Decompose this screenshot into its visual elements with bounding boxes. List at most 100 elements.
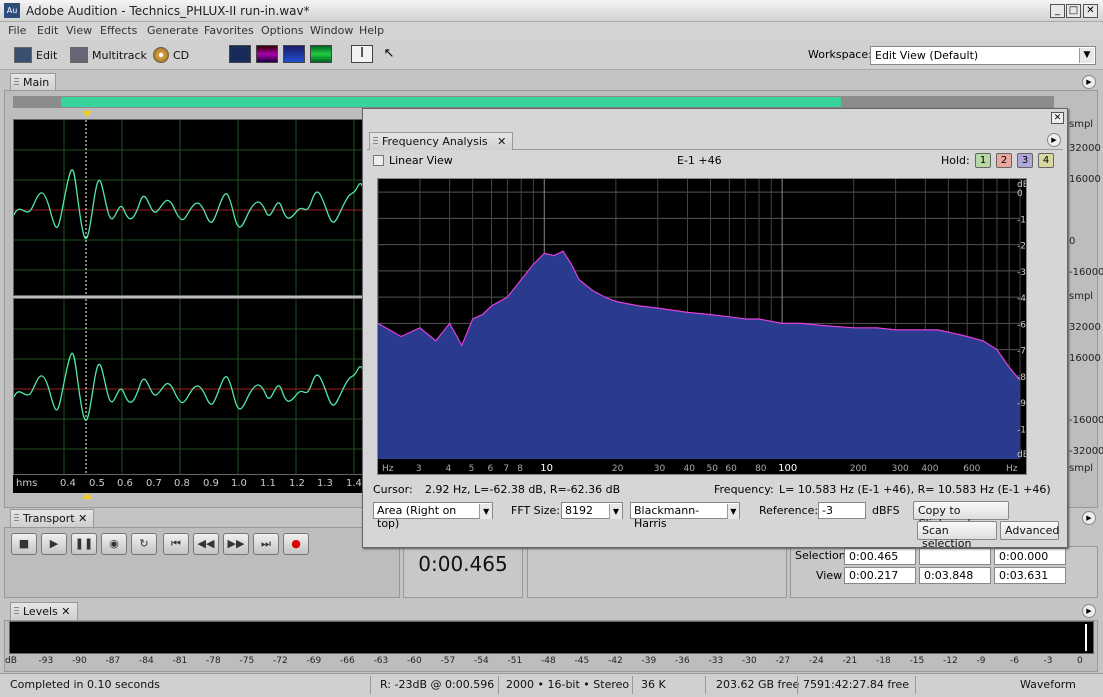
menu-effects[interactable]: Effects (100, 24, 137, 37)
menu-window[interactable]: Window (310, 24, 353, 37)
level-scale-label: -18 (876, 656, 891, 666)
minimize-button[interactable]: _ (1050, 4, 1065, 18)
tab-frequency-analysis-label: Frequency Analysis (382, 135, 488, 148)
close-icon[interactable]: ✕ (1051, 112, 1064, 124)
panel-menu-icon[interactable]: ▶ (1082, 511, 1096, 525)
frequency-plot[interactable]: dB0-12-24-36-48-60-72-84-96-108dBHz34567… (377, 178, 1038, 475)
scale-label: smpl (1069, 119, 1094, 130)
spectral-display-icon[interactable] (256, 45, 278, 63)
playhead-marker-icon[interactable] (82, 111, 92, 117)
chevron-down-icon[interactable]: ▼ (726, 504, 739, 519)
advanced-button[interactable]: Advanced (1000, 521, 1059, 540)
workspace-select[interactable]: Edit View (Default) ▼ (870, 46, 1096, 65)
menu-help[interactable]: Help (359, 24, 384, 37)
view-end-field[interactable]: 0:03.848 (919, 567, 991, 584)
close-icon[interactable]: ✕ (78, 512, 87, 525)
waveform-display-icon[interactable] (229, 45, 251, 63)
menu-view[interactable]: View (66, 24, 92, 37)
cd-view-button[interactable]: CD (153, 45, 189, 65)
db-tick-label: -108 (1017, 425, 1026, 435)
selection-end-field[interactable] (919, 548, 991, 565)
maximize-button[interactable]: □ (1066, 4, 1081, 18)
level-scale-label: -57 (440, 656, 456, 666)
pause-button[interactable]: ❚❚ (71, 533, 97, 555)
tab-main-label: Main (23, 76, 50, 89)
stop-icon: ■ (18, 537, 30, 550)
chevron-down-icon[interactable]: ▼ (1079, 48, 1094, 63)
menu-options[interactable]: Options (261, 24, 303, 37)
edit-view-button[interactable]: Edit (14, 45, 57, 65)
hold-label: Hold: (941, 154, 970, 167)
close-icon[interactable]: ✕ (61, 605, 70, 618)
skip-back-icon: ⏮ (171, 537, 181, 550)
display-mode-select[interactable]: Area (Right on top) ▼ (373, 502, 493, 530)
level-scale-label: -81 (172, 656, 188, 666)
level-scale-label: -66 (340, 656, 355, 666)
go-to-end-button[interactable]: ⏭ (253, 533, 279, 555)
scan-selection-button[interactable]: Scan selection (917, 521, 997, 550)
time-ruler[interactable]: hms 0.4 0.5 0.6 0.7 0.8 0.9 1.0 1.1 1.2 … (13, 475, 373, 493)
view-begin-field[interactable]: 0:00.217 (844, 567, 916, 584)
waveform-right-channel[interactable] (13, 298, 373, 475)
hz-tick-label: 400 (921, 464, 938, 474)
selection-length-field[interactable]: 0:00.000 (994, 548, 1066, 565)
playhead-bottom-marker-icon[interactable] (82, 493, 92, 499)
close-icon[interactable]: ✕ (497, 135, 506, 148)
go-to-start-button[interactable]: ⏮ (163, 533, 189, 555)
window-function-select[interactable]: Blackmann-Harris ▼ (630, 502, 740, 530)
selection-begin-field[interactable]: 0:00.465 (844, 548, 916, 565)
loop-button[interactable]: ↻ (131, 533, 157, 555)
stop-button[interactable]: ■ (11, 533, 37, 555)
waveform-left-channel[interactable] (13, 119, 373, 296)
view-label: View (816, 569, 843, 582)
menu-edit[interactable]: Edit (37, 24, 58, 37)
rewind-button[interactable]: ◀◀ (193, 533, 219, 555)
multitrack-view-button[interactable]: Multitrack (70, 45, 147, 65)
window-function-value: Blackmann-Harris (634, 504, 700, 530)
overview-visible-range[interactable] (61, 97, 841, 107)
chevron-down-icon[interactable]: ▼ (479, 504, 492, 519)
level-scale-label: -9 (976, 656, 986, 666)
menu-favorites[interactable]: Favorites (204, 24, 254, 37)
phase-display-icon[interactable] (310, 45, 332, 63)
hold-button-2[interactable]: 2 (996, 153, 1012, 168)
chevron-down-icon[interactable]: ▼ (609, 504, 622, 519)
hold-button-1[interactable]: 1 (975, 153, 991, 168)
record-button[interactable]: ● (283, 533, 309, 555)
linear-view-checkbox[interactable] (373, 155, 384, 166)
play-to-end-button[interactable]: ◉ (101, 533, 127, 555)
tab-transport[interactable]: Transport ✕ (10, 509, 95, 527)
ruler-tick: 0.5 (89, 478, 105, 489)
time-selection-tool-icon[interactable]: I (351, 45, 373, 63)
fft-size-select[interactable]: 8192 ▼ (561, 502, 623, 519)
tab-frequency-analysis[interactable]: Frequency Analysis ✕ (369, 132, 514, 150)
ruler-tick: 0.9 (203, 478, 219, 489)
cd-label: CD (173, 48, 190, 62)
panel-menu-icon[interactable]: ▶ (1082, 75, 1096, 89)
hold-button-3[interactable]: 3 (1017, 153, 1033, 168)
rewind-icon: ◀◀ (197, 537, 215, 550)
marquee-tool-icon[interactable]: ↖ (379, 46, 399, 64)
level-scale-label: -90 (72, 656, 87, 666)
tab-levels[interactable]: Levels ✕ (10, 602, 78, 620)
level-scale-label: -12 (943, 656, 958, 666)
hold-button-4[interactable]: 4 (1038, 153, 1054, 168)
close-button[interactable]: ✕ (1083, 4, 1098, 18)
copy-to-clipboard-button[interactable]: Copy to Clipboard (913, 501, 1009, 530)
panel-menu-icon[interactable]: ▶ (1082, 604, 1096, 618)
overview-bar[interactable] (13, 96, 1054, 108)
fast-forward-button[interactable]: ▶▶ (223, 533, 249, 555)
panel-menu-icon[interactable]: ▶ (1047, 133, 1061, 147)
transport-panel: ■ ▶ ❚❚ ◉ ↻ ⏮ ◀◀ ▶▶ ⏭ ● (4, 527, 400, 598)
play-button[interactable]: ▶ (41, 533, 67, 555)
reference-input[interactable]: -3 (818, 502, 866, 519)
tab-main[interactable]: Main (10, 73, 57, 91)
menu-generate[interactable]: Generate (147, 24, 198, 37)
view-length-field[interactable]: 0:03.631 (994, 567, 1066, 584)
spectral-pitch-icon[interactable] (283, 45, 305, 63)
level-scale-label: -72 (273, 656, 288, 666)
level-scale-label: -87 (105, 656, 121, 666)
menu-file[interactable]: File (8, 24, 26, 37)
ruler-tick: 1.0 (231, 478, 247, 489)
level-scale-label: -30 (742, 656, 757, 666)
